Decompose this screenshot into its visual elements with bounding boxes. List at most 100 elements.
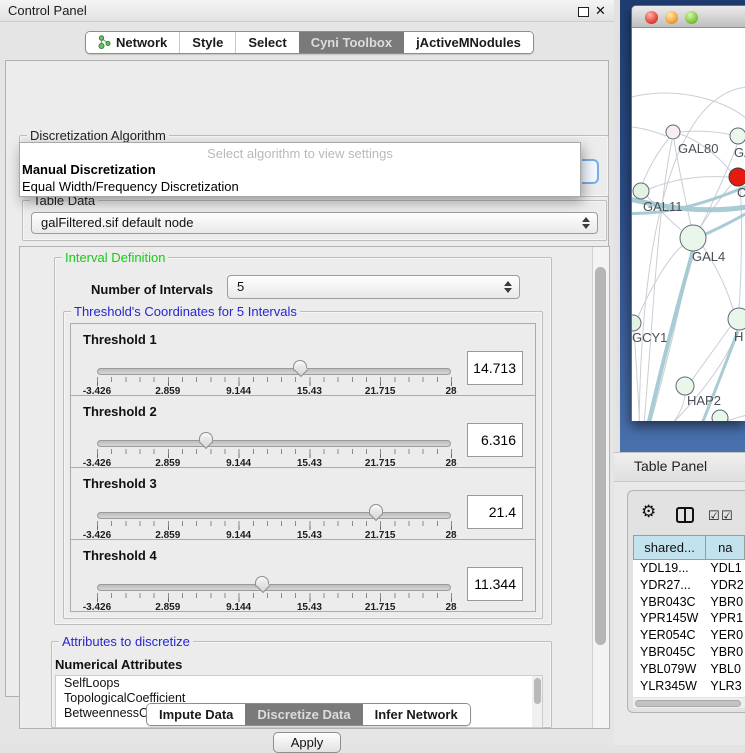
node-gal4[interactable] <box>680 225 706 251</box>
threshold-label: Threshold 1 <box>83 332 157 347</box>
node-gcy1[interactable] <box>632 315 641 331</box>
threshold-3-slider-track[interactable] <box>97 512 451 519</box>
table-column-headers: shared... na <box>633 535 745 560</box>
node-ga[interactable] <box>730 128 745 144</box>
threshold-3-slider-thumb[interactable] <box>369 504 385 523</box>
node-red-selected[interactable] <box>729 168 745 186</box>
minimize-traffic-light-icon[interactable] <box>665 11 678 24</box>
threshold-label: Threshold 4 <box>83 548 157 563</box>
node-label: GAL80 <box>678 141 718 156</box>
tab-discretize-data[interactable]: Discretize Data <box>245 704 362 725</box>
cell: YPR1 <box>706 610 745 627</box>
table-row[interactable]: YDL19...YDL1 <box>633 560 745 577</box>
cell: YER0 <box>706 627 745 644</box>
node-label: GAL11 <box>643 199 683 214</box>
node-gal11[interactable] <box>633 183 649 199</box>
threshold-1-slider-track[interactable] <box>97 368 451 375</box>
cell: YDL19... <box>633 560 706 577</box>
control-panel-titlebar: Control Panel ✕ <box>0 0 614 22</box>
node-gal80[interactable] <box>666 125 680 139</box>
table-row[interactable]: YBR043CYBR0 <box>633 594 745 611</box>
slider-minor-ticks <box>97 521 453 526</box>
tab-style[interactable]: Style <box>179 32 235 53</box>
threshold-3-value-field[interactable] <box>467 495 523 529</box>
table-row[interactable]: YPR145WYPR1 <box>633 610 745 627</box>
node-label: HAP2 <box>687 393 721 408</box>
threshold-1-value-field[interactable] <box>467 351 523 385</box>
threshold-2-slider-thumb[interactable] <box>199 432 215 451</box>
table-row[interactable]: YLR345WYLR3 <box>633 678 745 695</box>
attributes-list-scrollbar-thumb[interactable] <box>534 678 541 704</box>
table-row[interactable]: YER054CYER0 <box>633 627 745 644</box>
list-item[interactable]: SelfLoops <box>56 676 542 691</box>
column-header-name[interactable]: na <box>706 535 745 560</box>
tick-label: 28 <box>445 602 456 613</box>
node-label: GAL4 <box>692 249 725 264</box>
network-icon <box>98 34 111 54</box>
cell: YBL079W <box>633 661 706 678</box>
tab-network[interactable]: Network <box>86 32 179 53</box>
table-row[interactable]: YBR045CYBR0 <box>633 644 745 661</box>
node-h[interactable] <box>728 308 745 330</box>
cell: YIL052C <box>633 694 706 697</box>
threshold-4-value-field[interactable] <box>467 567 523 601</box>
threshold-label: Threshold 2 <box>83 404 157 419</box>
table-row[interactable]: YBL079WYBL0 <box>633 661 745 678</box>
node-label: GCY1 <box>632 330 667 345</box>
node-label: H <box>734 329 743 344</box>
close-icon[interactable]: ✕ <box>595 3 606 19</box>
table-horizontal-scrollbar-thumb[interactable] <box>635 700 741 707</box>
table-row[interactable]: YDR27...YDR2 <box>633 577 745 594</box>
threshold-4-slider-track[interactable] <box>97 584 451 591</box>
tab-cyni-toolbox[interactable]: Cyni Toolbox <box>299 32 404 53</box>
tab-jactivemnodules[interactable]: jActiveMNodules <box>404 32 533 53</box>
network-canvas[interactable]: GAL80 GA C GAL11 GAL4 GCY1 H HAP2 <box>632 28 745 421</box>
split-columns-icon[interactable] <box>676 507 694 523</box>
cell: YPR145W <box>633 610 706 627</box>
cell: YBL0 <box>706 661 745 678</box>
popup-item-manual-discretization[interactable]: Manual Discretization <box>20 161 580 178</box>
slider-minor-ticks <box>97 593 453 598</box>
tick-label: 15.43 <box>297 602 322 613</box>
threshold-4-slider-thumb[interactable] <box>255 576 271 595</box>
slider-tick-labels: -3.4262.8599.14415.4321.71528 <box>97 602 451 614</box>
cell: YIL0 <box>706 694 745 697</box>
tab-infer-network[interactable]: Infer Network <box>363 704 470 725</box>
gear-icon[interactable]: ⚙ <box>641 502 656 522</box>
group-title: Attributes to discretize <box>59 634 193 649</box>
threshold-3-panel: Threshold 3 -3.4262.8599.14415.4321.7152… <box>70 467 536 540</box>
network-view-window: GAL80 GA C GAL11 GAL4 GCY1 H HAP2 <box>631 5 745 421</box>
tab-impute-data[interactable]: Impute Data <box>147 704 245 725</box>
tab-select[interactable]: Select <box>235 32 298 53</box>
threshold-label: Threshold 3 <box>83 476 157 491</box>
settings-scrollbar-thumb[interactable] <box>595 267 606 645</box>
group-title: Threshold's Coordinates for 5 Intervals <box>71 304 300 319</box>
checkbox-icon[interactable]: ☑ <box>721 508 733 524</box>
apply-button[interactable]: Apply <box>273 732 341 753</box>
column-header-shared-name[interactable]: shared... <box>633 535 706 560</box>
table-row[interactable]: YIL052CYIL0 <box>633 694 745 697</box>
threshold-2-value-field[interactable] <box>467 423 523 457</box>
number-of-intervals-combobox[interactable]: 5 <box>227 275 520 299</box>
popup-item-equal-width-frequency[interactable]: Equal Width/Frequency Discretization <box>20 178 580 195</box>
cell: YBR045C <box>633 644 706 661</box>
table-panel-title: Table Panel <box>634 458 707 474</box>
algorithm-combo-focus-fragment[interactable] <box>582 159 599 184</box>
number-of-intervals-label: Number of Intervals <box>91 282 213 297</box>
close-traffic-light-icon[interactable] <box>645 11 658 24</box>
threshold-2-slider-track[interactable] <box>97 440 451 447</box>
network-window-titlebar[interactable] <box>632 6 745 28</box>
cell: YDR27... <box>633 577 706 594</box>
slider-minor-ticks <box>97 377 453 382</box>
table-data-combobox[interactable]: galFiltered.sif default node <box>31 212 598 234</box>
number-of-intervals-value: 5 <box>237 279 244 294</box>
node-bottom[interactable] <box>712 410 728 421</box>
float-window-icon[interactable] <box>578 7 589 17</box>
zoom-traffic-light-icon[interactable] <box>685 11 698 24</box>
table-data-value: galFiltered.sif default node <box>41 215 193 230</box>
tick-label: -3.426 <box>83 602 111 613</box>
group-title: Interval Definition <box>62 250 168 265</box>
threshold-1-slider-thumb[interactable] <box>293 360 309 379</box>
tick-label: 21.715 <box>365 602 396 613</box>
checkbox-icon[interactable]: ☑ <box>708 508 720 524</box>
